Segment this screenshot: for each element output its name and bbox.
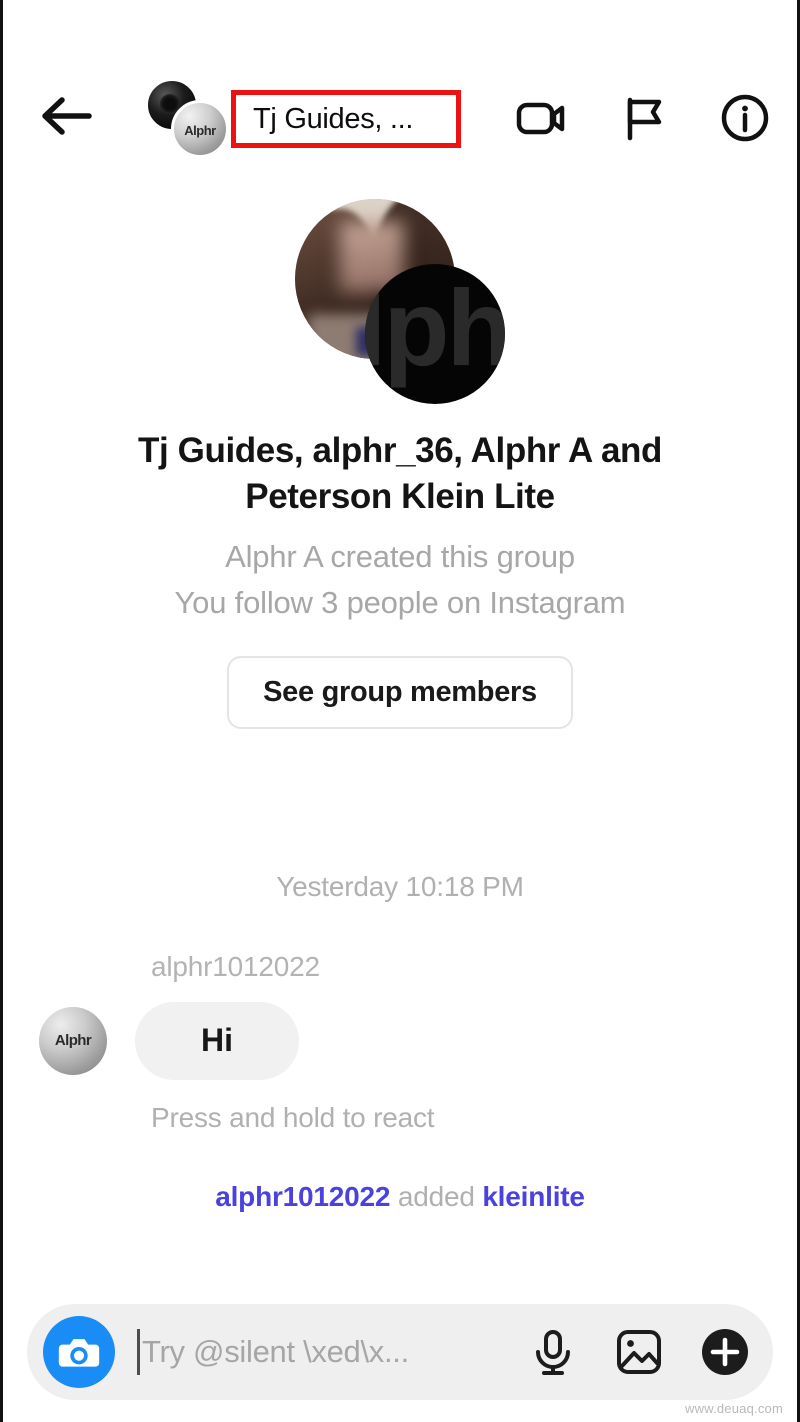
message-bubble[interactable]: Hi [135,1001,299,1080]
flag-icon [627,97,662,141]
chat-header: Alphr Tj Guides, ... [3,0,797,175]
header-avatar-stack[interactable]: Alphr [143,78,235,162]
back-arrow-icon [42,97,92,135]
react-hint: Press and hold to react [151,1101,435,1133]
video-call-icon [516,102,565,135]
header-actions [515,92,771,144]
camera-icon [58,1339,100,1367]
site-watermark: www.deuaq.com [685,1401,783,1416]
message-input[interactable]: Try @silent \xed\x... [115,1329,513,1375]
composer-container: Try @silent \xed\x... [3,1304,797,1422]
group-profile: lph Tj Guides, alphr_36, Alphr A and Pet… [3,175,797,729]
group-logo-avatar: lph [365,264,505,404]
logo-glyph: lph [365,267,505,388]
composer-actions [513,1326,751,1378]
day-separator: Yesterday 10:18 PM [276,870,524,902]
message-avatar[interactable]: Alphr [39,1006,107,1075]
back-button[interactable] [39,92,93,140]
message-input-placeholder: Try @silent \xed\x... [142,1334,409,1369]
video-call-button[interactable] [515,92,567,144]
gallery-button[interactable] [613,1326,665,1378]
system-message-target[interactable]: kleinlite [482,1181,585,1212]
message-thread: Yesterday 10:18 PM alphr1012022 Alphr Hi… [3,729,797,1305]
message-composer: Try @silent \xed\x... [27,1304,773,1400]
chat-title: Tj Guides, ... [253,102,414,135]
avatar-brand-mark: Alphr [184,122,216,138]
camera-button[interactable] [43,1316,115,1388]
message-sender-name: alphr1012022 [151,950,320,982]
group-avatar-stack[interactable]: lph [295,199,505,404]
system-message-actor[interactable]: alphr1012022 [215,1181,390,1212]
gallery-icon [617,1330,661,1374]
see-group-members-button[interactable]: See group members [227,655,573,729]
header-avatar-front: Alphr [171,100,229,158]
avatar-brand-mark: Alphr [54,1032,92,1049]
message-row: Alphr Hi [39,1001,299,1080]
system-message: alphr1012022 added kleinlite [3,1181,797,1213]
group-follow-note: You follow 3 people on Instagram [174,584,626,620]
microphone-icon [536,1330,570,1375]
system-message-action: added [390,1180,483,1212]
chat-screen: Alphr Tj Guides, ... lph Tj Guides, alph… [0,0,800,1422]
info-button[interactable] [719,92,771,144]
info-icon [721,94,769,142]
group-creator-note: Alphr A created this group [225,539,575,575]
chat-title-highlight[interactable]: Tj Guides, ... [231,90,461,148]
group-title: Tj Guides, alphr_36, Alphr A and Peterso… [138,431,662,517]
add-icon [702,1329,748,1375]
add-button[interactable] [699,1326,751,1378]
mic-button[interactable] [527,1326,579,1378]
report-flag-button[interactable] [617,92,669,144]
